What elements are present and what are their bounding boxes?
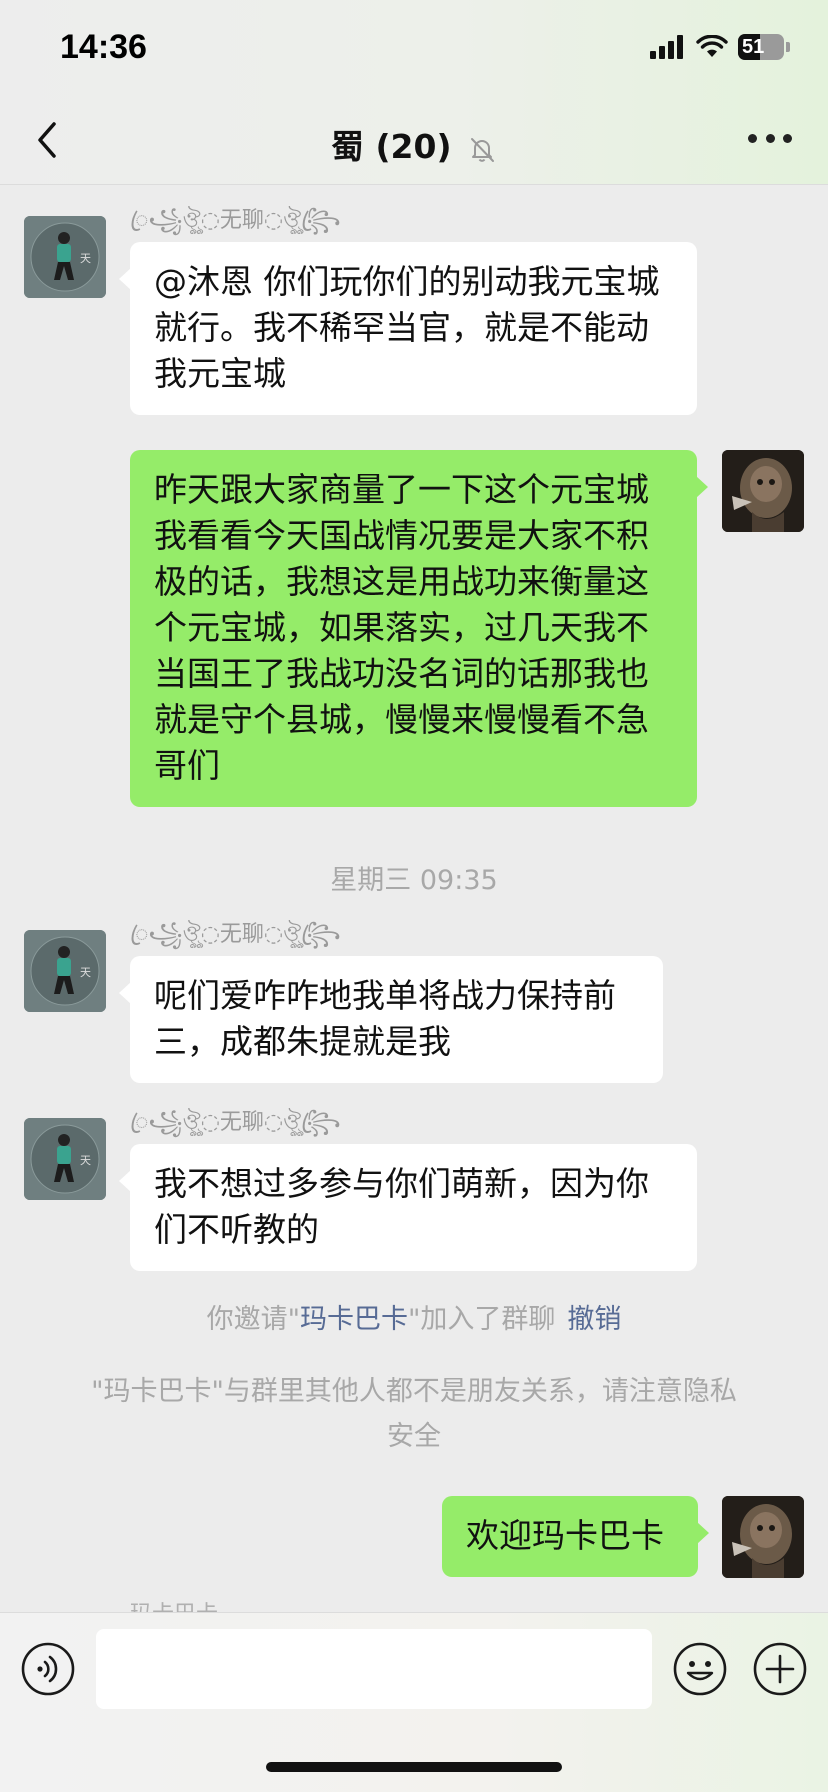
avatar[interactable]: 天 [24,216,106,298]
home-indicator[interactable] [266,1762,562,1772]
my-avatar[interactable] [722,1496,804,1578]
my-avatar-image [722,450,804,532]
revoke-link[interactable]: 撤销 [567,1304,621,1335]
svg-text:天: 天 [80,1154,91,1167]
status-time: 14:36 [60,28,147,66]
sender-name: ꦿ꧁ঔৣ◌无聊◌ঔৣ꧂ꦿ [130,1110,341,1135]
my-avatar[interactable] [722,450,804,532]
privacy-notice-line1: "玛卡巴卡"与群里其他人都不是朋友关系，请注意隐私 [91,1376,737,1407]
battery-icon: 51 [738,34,784,60]
plus-button[interactable] [752,1641,808,1697]
ellipsis-icon [748,134,757,143]
status-icons: 51 [650,34,790,60]
avatar-image: 天 [24,930,106,1012]
message-bubble-incoming[interactable]: 呢们爱咋咋地我单将战力保持前三，成都朱提就是我 [119,956,663,1083]
my-avatar-image [722,1496,804,1578]
voice-button[interactable] [20,1641,76,1697]
chat-header: 蜀 (20) [0,100,828,185]
battery-level: 51 [742,36,765,58]
message-input[interactable] [96,1629,652,1709]
cellular-signal-icon [650,35,683,59]
chat-title-wrap[interactable]: 蜀 (20) [0,120,828,168]
privacy-notice-line2: 安全 [387,1421,441,1452]
message-bubble-outgoing[interactable]: 欢迎玛卡巴卡 [442,1496,709,1577]
status-bar: 14:36 51 [0,0,828,100]
system-invite-notice: 你邀请"玛卡巴卡"加入了群聊 撤销 [0,1297,828,1342]
message-bubble-incoming[interactable]: @沐恩 你们玩你们的别动我元宝城就行。我不稀罕当官，就是不能动我元宝城 [119,242,697,415]
avatar-image: 天 [24,216,106,298]
bell-off-icon [471,137,495,162]
avatar[interactable]: 天 [24,1118,106,1200]
timestamp: 星期三 09:35 [330,865,498,896]
invitee-link[interactable]: 玛卡巴卡 [300,1304,408,1335]
sender-name: ꦿ꧁ঔৣ◌无聊◌ঔৣ꧂ꦿ [130,208,341,233]
sender-name: ꦿ꧁ঔৣ◌无聊◌ঔৣ꧂ꦿ [130,922,341,947]
invite-suffix: "加入了群聊 [408,1304,556,1335]
message-bubble-outgoing[interactable]: 昨天跟大家商量了一下这个元宝城我看看今天国战情况要是大家不积极的话，我想这是用战… [130,450,708,807]
svg-text:天: 天 [80,966,91,979]
invite-prefix: 你邀请" [206,1304,300,1335]
emoji-button[interactable] [672,1641,728,1697]
battery-tip [786,42,790,52]
avatar[interactable]: 天 [24,930,106,1012]
wifi-icon [696,35,728,57]
message-bubble-incoming[interactable]: 我不想过多参与你们萌新，因为你们不听教的 [119,1144,697,1271]
svg-text:天: 天 [80,252,91,265]
avatar-image: 天 [24,1118,106,1200]
chat-title: 蜀 (20) [330,127,452,166]
more-options-button[interactable] [748,134,792,146]
